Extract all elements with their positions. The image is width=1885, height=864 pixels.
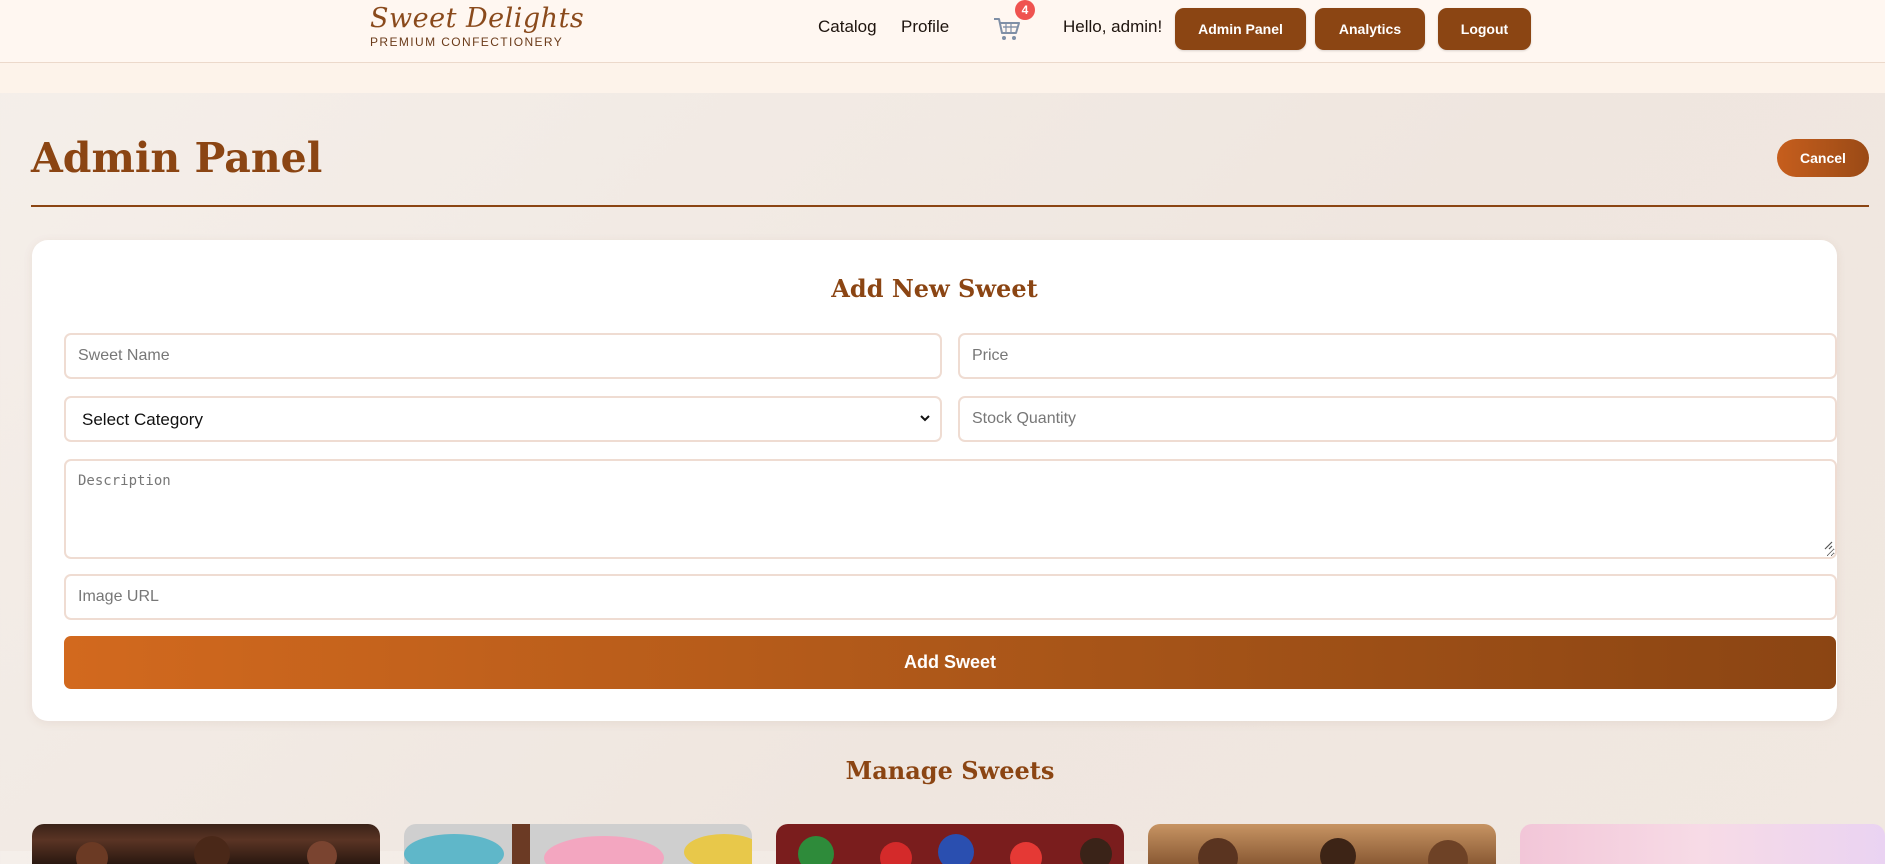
sweet-card-image[interactable] (1520, 824, 1885, 864)
header-subbar (0, 63, 1885, 93)
chevron-down-icon (918, 411, 932, 430)
manage-sweets-heading: Manage Sweets (845, 756, 1055, 785)
nav-profile-link[interactable]: Profile (901, 17, 949, 37)
description-textarea[interactable] (64, 459, 1837, 559)
top-navbar: Sweet Delights PREMIUM CONFECTIONERY Cat… (0, 0, 1885, 63)
description-wrapper (64, 459, 1837, 559)
sweet-card-image[interactable] (1148, 824, 1496, 864)
add-sweet-button[interactable]: Add Sweet (64, 636, 1836, 689)
resize-handle-icon[interactable] (1823, 537, 1833, 555)
sweet-card-image[interactable] (32, 824, 380, 864)
add-sweet-form-card: Add New Sweet Select Category Add Sweet (32, 240, 1837, 721)
cart-count-badge: 4 (1015, 0, 1035, 20)
admin-panel-button[interactable]: Admin Panel (1175, 8, 1306, 50)
sweet-card-image[interactable] (776, 824, 1124, 864)
image-url-input[interactable] (64, 574, 1837, 620)
price-input[interactable] (958, 333, 1837, 379)
page-title: Admin Panel (31, 134, 323, 182)
brand-logo[interactable]: Sweet Delights PREMIUM CONFECTIONERY (370, 2, 584, 49)
brand-name: Sweet Delights (370, 3, 585, 34)
logout-button[interactable]: Logout (1438, 8, 1531, 50)
user-greeting: Hello, admin! (1063, 17, 1163, 36)
sweet-name-input[interactable] (64, 333, 942, 379)
form-title: Add New Sweet (831, 274, 1038, 303)
stock-quantity-input[interactable] (958, 396, 1837, 442)
brand-tagline: PREMIUM CONFECTIONERY (370, 35, 564, 49)
sweet-card-image[interactable] (404, 824, 752, 864)
analytics-button[interactable]: Analytics (1315, 8, 1425, 50)
category-select-value: Select Category (82, 410, 203, 429)
category-select[interactable]: Select Category (64, 396, 942, 442)
cancel-button[interactable]: Cancel (1777, 139, 1869, 177)
nav-catalog-link[interactable]: Catalog (818, 17, 877, 37)
cart-icon[interactable] (992, 14, 1022, 44)
title-divider (31, 205, 1869, 207)
